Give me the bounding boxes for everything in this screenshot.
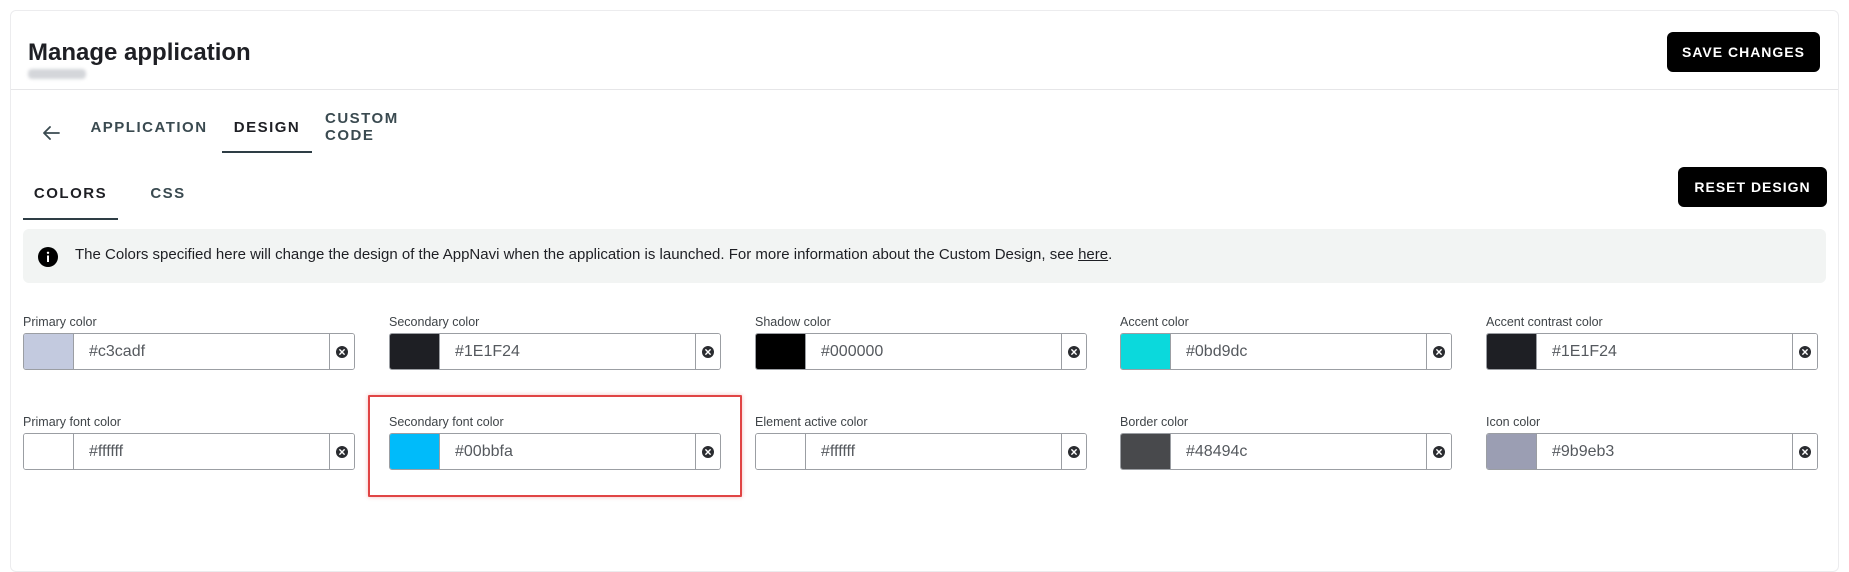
- field-accent-contrast-color: Accent contrast color: [1486, 315, 1818, 373]
- field-label: Element active color: [755, 415, 868, 429]
- color-swatch[interactable]: [1121, 334, 1171, 369]
- field-label: Secondary font color: [389, 415, 504, 429]
- field-label: Secondary color: [389, 315, 480, 329]
- color-input: [1120, 433, 1452, 470]
- tab-application[interactable]: APPLICATION: [89, 101, 209, 153]
- hex-input[interactable]: [440, 334, 710, 369]
- clear-color-button[interactable]: [329, 334, 354, 369]
- color-swatch[interactable]: [24, 434, 74, 469]
- page-header: Manage application SAVE CHANGES: [11, 11, 1838, 90]
- clear-icon: [1433, 445, 1445, 458]
- field-secondary-font-color: Secondary font color: [389, 415, 721, 473]
- clear-color-button[interactable]: [1792, 334, 1817, 369]
- field-label: Shadow color: [755, 315, 831, 329]
- field-label: Primary font color: [23, 415, 121, 429]
- clear-color-button[interactable]: [695, 334, 720, 369]
- color-swatch[interactable]: [390, 334, 440, 369]
- field-border-color: Border color: [1120, 415, 1452, 473]
- field-label: Icon color: [1486, 415, 1541, 429]
- hex-input[interactable]: [1171, 434, 1441, 469]
- color-input: [1486, 333, 1818, 370]
- hex-input[interactable]: [1537, 334, 1807, 369]
- hex-input[interactable]: [74, 334, 344, 369]
- field-accent-color: Accent color: [1120, 315, 1452, 373]
- hex-input[interactable]: [74, 434, 344, 469]
- blurred-app-name: [28, 69, 86, 79]
- clear-icon: [336, 345, 348, 358]
- arrow-left-icon: [43, 126, 60, 140]
- color-swatch[interactable]: [1121, 434, 1171, 469]
- field-shadow-color: Shadow color: [755, 315, 1087, 373]
- info-banner: The Colors specified here will change th…: [23, 229, 1826, 283]
- reset-design-button[interactable]: RESET DESIGN: [1678, 167, 1827, 207]
- tab-css[interactable]: CSS: [143, 166, 193, 220]
- info-text: The Colors specified here will change th…: [75, 246, 1112, 263]
- hex-input[interactable]: [1171, 334, 1441, 369]
- color-swatch[interactable]: [756, 434, 806, 469]
- tab-colors[interactable]: COLORS: [23, 166, 118, 220]
- page-title: Manage application: [28, 39, 251, 66]
- clear-color-button[interactable]: [1792, 434, 1817, 469]
- manage-application-card: Manage application SAVE CHANGES APPLICAT…: [10, 10, 1839, 572]
- color-input: [23, 333, 355, 370]
- color-swatch[interactable]: [756, 334, 806, 369]
- tab-design[interactable]: DESIGN: [222, 101, 312, 153]
- color-swatch[interactable]: [1487, 334, 1537, 369]
- color-swatch[interactable]: [24, 334, 74, 369]
- color-input: [1486, 433, 1818, 470]
- clear-color-button[interactable]: [1061, 334, 1086, 369]
- save-changes-button[interactable]: SAVE CHANGES: [1667, 32, 1820, 72]
- info-here-link[interactable]: here: [1078, 246, 1108, 263]
- field-label: Accent color: [1120, 315, 1189, 329]
- field-icon-color: Icon color: [1486, 415, 1818, 473]
- color-input: [389, 433, 721, 470]
- back-button[interactable]: [35, 117, 67, 149]
- color-swatch[interactable]: [390, 434, 440, 469]
- clear-icon: [1068, 345, 1080, 358]
- color-input: [755, 333, 1087, 370]
- clear-color-button[interactable]: [695, 434, 720, 469]
- clear-icon: [1068, 445, 1080, 458]
- clear-icon: [336, 445, 348, 458]
- clear-icon: [702, 445, 714, 458]
- color-input: [23, 433, 355, 470]
- info-icon: [38, 247, 58, 267]
- clear-color-button[interactable]: [1426, 434, 1451, 469]
- field-label: Border color: [1120, 415, 1189, 429]
- clear-color-button[interactable]: [1061, 434, 1086, 469]
- color-input: [389, 333, 721, 370]
- color-input: [755, 433, 1087, 470]
- field-element-active-color: Element active color: [755, 415, 1087, 473]
- clear-color-button[interactable]: [329, 434, 354, 469]
- info-suffix: .: [1108, 246, 1113, 263]
- hex-input[interactable]: [440, 434, 710, 469]
- color-swatch[interactable]: [1487, 434, 1537, 469]
- clear-icon: [702, 345, 714, 358]
- clear-icon: [1799, 445, 1811, 458]
- hex-input[interactable]: [806, 434, 1076, 469]
- tab-custom-code[interactable]: CUSTOM CODE: [325, 101, 449, 153]
- info-message: The Colors specified here will change th…: [75, 246, 1079, 263]
- clear-icon: [1433, 345, 1445, 358]
- field-secondary-color: Secondary color: [389, 315, 721, 373]
- clear-color-button[interactable]: [1426, 334, 1451, 369]
- field-label: Primary color: [23, 315, 97, 329]
- field-label: Accent contrast color: [1486, 315, 1603, 329]
- hex-input[interactable]: [806, 334, 1076, 369]
- hex-input[interactable]: [1537, 434, 1807, 469]
- field-primary-font-color: Primary font color: [23, 415, 355, 473]
- clear-icon: [1799, 345, 1811, 358]
- field-primary-color: Primary color: [23, 315, 355, 373]
- color-input: [1120, 333, 1452, 370]
